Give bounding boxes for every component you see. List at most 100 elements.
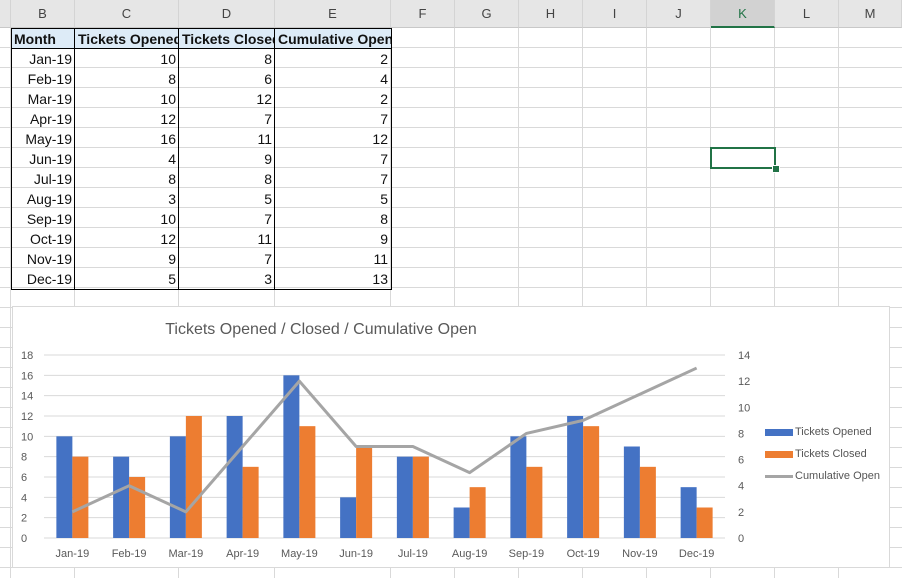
secondary-axis-tick-label: 10: [738, 402, 750, 414]
table-cell[interactable]: Jun-19: [11, 149, 75, 169]
bar-tickets-opened: [567, 416, 584, 538]
column-header-j[interactable]: J: [647, 0, 711, 28]
column-header-i[interactable]: I: [583, 0, 647, 28]
table-cell[interactable]: Jan-19: [11, 49, 75, 69]
table-cell[interactable]: Jul-19: [11, 169, 75, 189]
bar-tickets-closed: [583, 426, 600, 538]
table-cell[interactable]: 8: [75, 69, 179, 89]
column-header-m[interactable]: M: [839, 0, 902, 28]
table-cell[interactable]: 2: [275, 49, 391, 69]
table-cell[interactable]: 3: [75, 189, 179, 209]
legend-label: Tickets Closed: [795, 448, 867, 460]
primary-axis-tick-label: 0: [21, 533, 27, 545]
table-cell[interactable]: 7: [179, 109, 275, 129]
table-cell[interactable]: 7: [275, 169, 391, 189]
legend-label: Cumulative Open: [795, 470, 880, 482]
table-cell[interactable]: 3: [179, 269, 275, 289]
table-cell[interactable]: 12: [275, 129, 391, 149]
table-cell[interactable]: 11: [275, 249, 391, 269]
table-cell[interactable]: 4: [75, 149, 179, 169]
table-cell[interactable]: 8: [179, 169, 275, 189]
table-cell[interactable]: Apr-19: [11, 109, 75, 129]
table-cell[interactable]: 8: [275, 209, 391, 229]
bar-tickets-closed: [299, 426, 316, 538]
table-cell[interactable]: 7: [179, 209, 275, 229]
table-cell[interactable]: 12: [179, 89, 275, 109]
bar-tickets-closed: [356, 446, 373, 538]
table-cell[interactable]: 8: [179, 49, 275, 69]
table-cell[interactable]: 5: [179, 189, 275, 209]
bar-tickets-closed: [639, 466, 656, 538]
table-cell[interactable]: 10: [75, 209, 179, 229]
legend-swatch-opened: [765, 428, 793, 436]
column-header-e[interactable]: E: [275, 0, 391, 28]
table-cell[interactable]: 5: [75, 269, 179, 289]
legend-label: Tickets Opened: [795, 426, 872, 438]
table-cell[interactable]: Sep-19: [11, 209, 75, 229]
category-label: Mar-19: [168, 548, 203, 560]
primary-axis-tick-label: 12: [21, 411, 33, 423]
bar-tickets-closed: [469, 487, 486, 538]
table-cell[interactable]: 4: [275, 69, 391, 89]
table-cell[interactable]: 9: [275, 229, 391, 249]
table-cell[interactable]: 8: [75, 169, 179, 189]
column-header-b[interactable]: B: [11, 0, 75, 28]
category-label: Feb-19: [112, 548, 147, 560]
secondary-axis-tick-label: 2: [738, 507, 744, 519]
table-cell[interactable]: 5: [275, 189, 391, 209]
table-cell[interactable]: Dec-19: [11, 269, 75, 289]
category-label: Oct-19: [567, 548, 600, 560]
bar-tickets-opened: [113, 456, 130, 538]
bar-tickets-opened: [226, 416, 243, 538]
table-cell[interactable]: 6: [179, 69, 275, 89]
bar-tickets-closed: [526, 466, 543, 538]
table-cell[interactable]: Feb-19: [11, 69, 75, 89]
column-header-h[interactable]: H: [519, 0, 583, 28]
primary-axis-tick-label: 2: [21, 513, 27, 525]
column-header-a[interactable]: [0, 0, 11, 28]
table-cell[interactable]: 16: [75, 129, 179, 149]
table-cell[interactable]: 7: [179, 249, 275, 269]
table-cell[interactable]: Aug-19: [11, 189, 75, 209]
table-cell[interactable]: Mar-19: [11, 89, 75, 109]
table-header-cell[interactable]: Cumulative Open: [275, 29, 391, 49]
table-cell[interactable]: 13: [275, 269, 391, 289]
table-header-border: [11, 48, 392, 49]
table-cell[interactable]: 9: [179, 149, 275, 169]
legend-item-cumulative-open: Cumulative Open: [765, 470, 880, 482]
fill-handle[interactable]: [772, 165, 780, 173]
legend-swatch-closed: [765, 450, 793, 458]
primary-axis-tick-label: 18: [21, 350, 33, 362]
category-label: Dec-19: [679, 548, 714, 560]
category-label: Jun-19: [339, 548, 373, 560]
table-header-cell[interactable]: Month: [11, 29, 75, 49]
table-cell[interactable]: 10: [75, 89, 179, 109]
table-cell[interactable]: May-19: [11, 129, 75, 149]
table-cell[interactable]: 11: [179, 229, 275, 249]
combo-chart[interactable]: Tickets Opened / Closed / Cumulative Ope…: [12, 306, 890, 568]
table-cell[interactable]: 11: [179, 129, 275, 149]
table-cell[interactable]: 12: [75, 109, 179, 129]
selected-cell-k7[interactable]: [710, 147, 776, 169]
secondary-axis-tick-label: 4: [738, 481, 744, 493]
table-header-cell[interactable]: Tickets Opened: [75, 29, 179, 49]
column-header-d[interactable]: D: [179, 0, 275, 28]
secondary-axis-tick-label: 6: [738, 455, 744, 467]
column-header-f[interactable]: F: [391, 0, 455, 28]
table-header-cell[interactable]: Tickets Closed: [179, 29, 275, 49]
table-cell[interactable]: 9: [75, 249, 179, 269]
table-cell[interactable]: 7: [275, 109, 391, 129]
column-header-g[interactable]: G: [455, 0, 519, 28]
table-cell[interactable]: 10: [75, 49, 179, 69]
table-cell[interactable]: 7: [275, 149, 391, 169]
column-header-k[interactable]: K: [711, 0, 775, 28]
category-label: May-19: [281, 548, 318, 560]
column-header-l[interactable]: L: [775, 0, 839, 28]
column-header-c[interactable]: C: [75, 0, 179, 28]
table-cell[interactable]: 12: [75, 229, 179, 249]
bar-tickets-opened: [623, 446, 640, 538]
table-cell[interactable]: Oct-19: [11, 229, 75, 249]
table-cell[interactable]: 2: [275, 89, 391, 109]
table-cell[interactable]: Nov-19: [11, 249, 75, 269]
bar-tickets-closed: [185, 416, 202, 538]
